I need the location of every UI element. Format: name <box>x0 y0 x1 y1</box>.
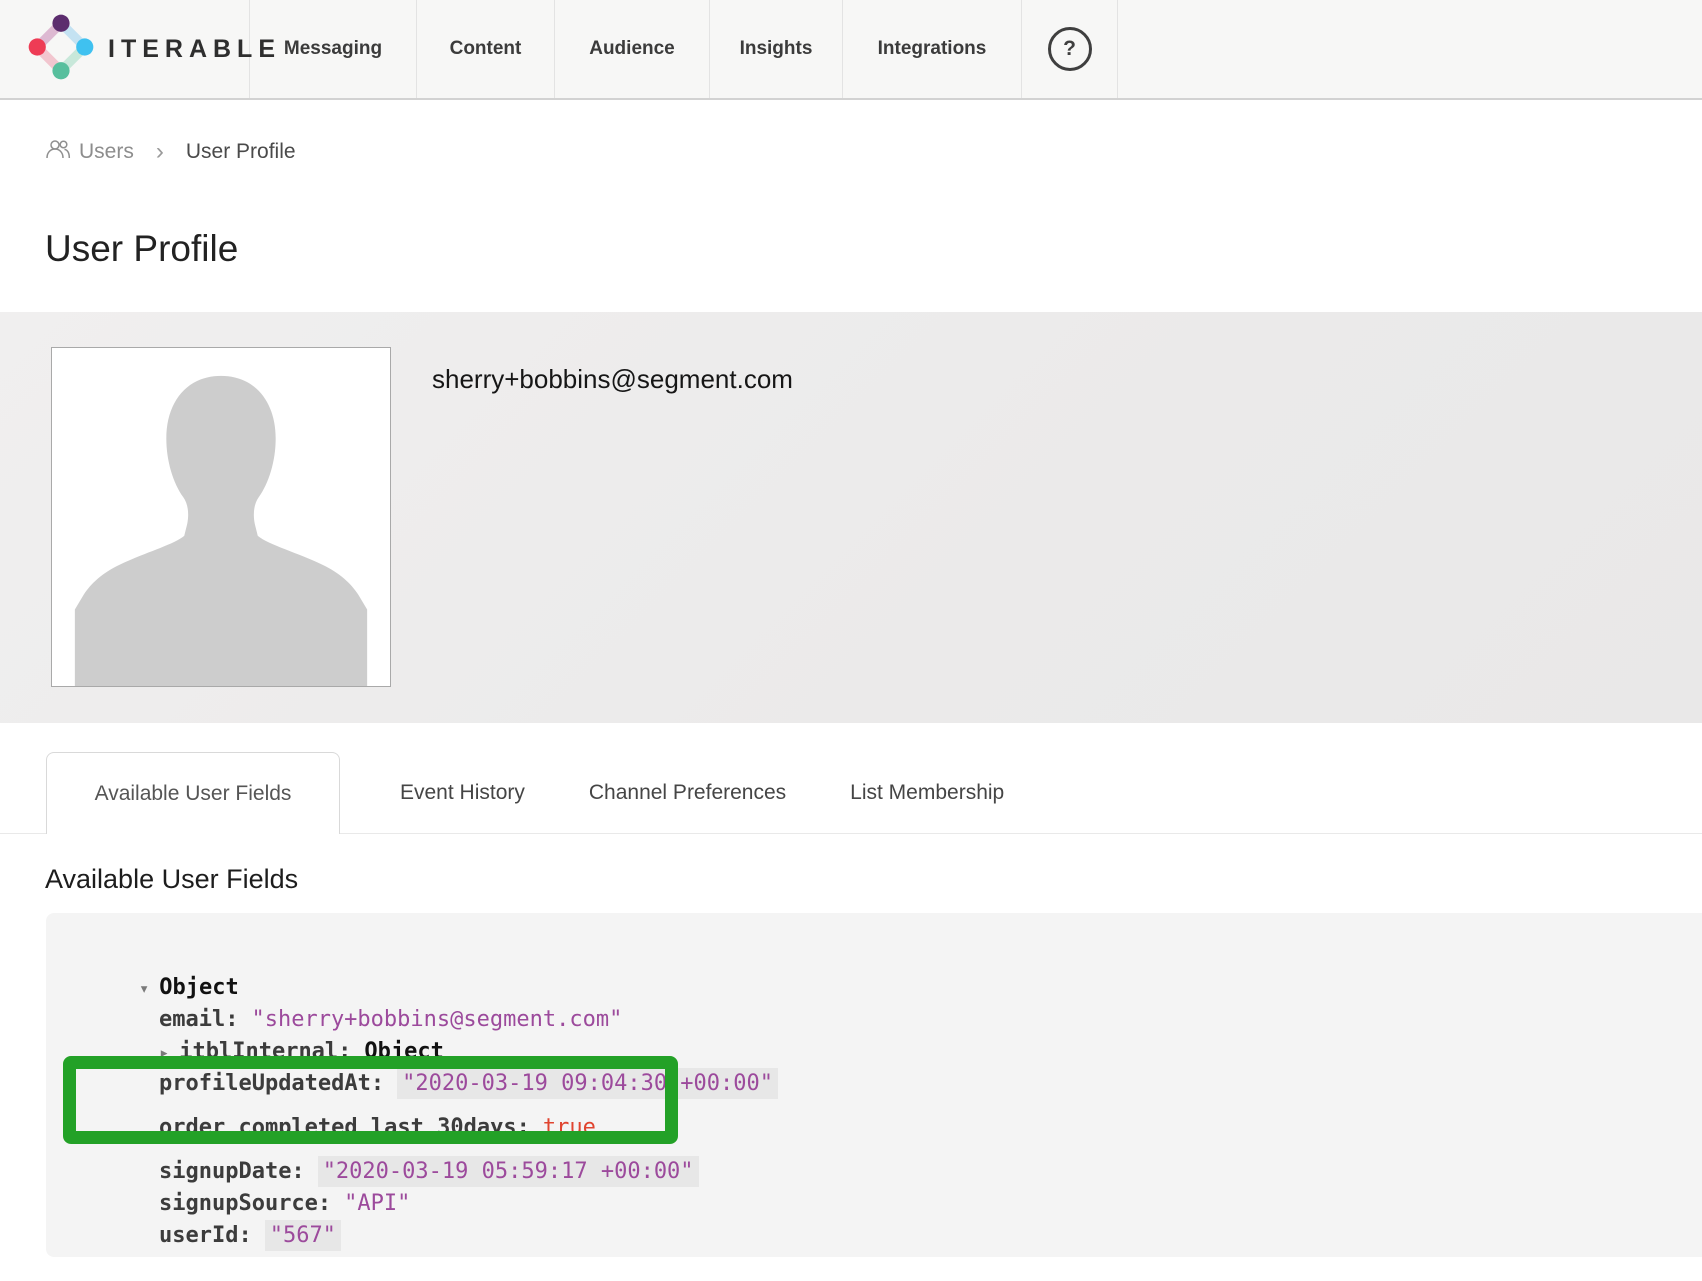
field-row-itblinternal: ▸itblInternal:Object <box>106 1007 444 1037</box>
tab-event-history[interactable]: Event History <box>368 752 557 833</box>
nav-item-content[interactable]: Content <box>417 0 555 98</box>
tab-channel-preferences[interactable]: Channel Preferences <box>557 752 818 833</box>
breadcrumb-chevron-icon: › <box>148 140 172 164</box>
field-key: userId: <box>159 1223 252 1248</box>
field-row-email: email:"sherry+bobbins@segment.com" <box>106 975 622 1005</box>
field-row-userid: userId:"567" <box>106 1191 341 1221</box>
breadcrumb: Users › User Profile <box>45 136 296 168</box>
user-hero-section: sherry+bobbins@segment.com <box>0 312 1702 723</box>
nav-item-insights[interactable]: Insights <box>710 0 843 98</box>
help-button[interactable]: ? <box>1022 0 1118 98</box>
section-heading: Available User Fields <box>45 864 298 895</box>
nav-item-integrations[interactable]: Integrations <box>843 0 1022 98</box>
iterable-logo-mark-icon <box>28 14 94 85</box>
users-icon <box>45 138 71 166</box>
field-row-order-completed: order_completed_last_30days:true <box>106 1083 596 1113</box>
help-icon: ? <box>1048 27 1092 71</box>
field-value: "567" <box>265 1220 341 1251</box>
field-row-signupsource: signupSource:"API" <box>106 1159 410 1189</box>
field-row-profileupdatedat: profileUpdatedAt:"2020-03-19 09:04:30 +0… <box>106 1039 778 1069</box>
profile-tabs: Available User Fields Event History Chan… <box>0 752 1702 834</box>
breadcrumb-users-label: Users <box>79 140 134 164</box>
nav-item-audience[interactable]: Audience <box>555 0 710 98</box>
field-row-root: ▾Object <box>86 943 239 973</box>
avatar-silhouette-icon <box>52 348 390 686</box>
top-nav: ITERABLE Messaging Content Audience Insi… <box>0 0 1702 100</box>
user-email: sherry+bobbins@segment.com <box>432 364 793 395</box>
breadcrumb-current: User Profile <box>186 140 296 164</box>
iterable-logo[interactable]: ITERABLE <box>0 0 250 98</box>
field-row-signupdate: signupDate:"2020-03-19 05:59:17 +00:00" <box>106 1127 699 1157</box>
tab-available-user-fields[interactable]: Available User Fields <box>46 752 340 834</box>
page-title: User Profile <box>45 228 238 270</box>
nav-item-messaging[interactable]: Messaging <box>250 0 417 98</box>
breadcrumb-users-link[interactable]: Users <box>45 138 134 166</box>
field-value: "API" <box>344 1191 410 1216</box>
user-fields-panel: ▾Object email:"sherry+bobbins@segment.co… <box>46 913 1702 1257</box>
avatar-placeholder <box>51 347 391 687</box>
tab-list-membership[interactable]: List Membership <box>818 752 1036 833</box>
